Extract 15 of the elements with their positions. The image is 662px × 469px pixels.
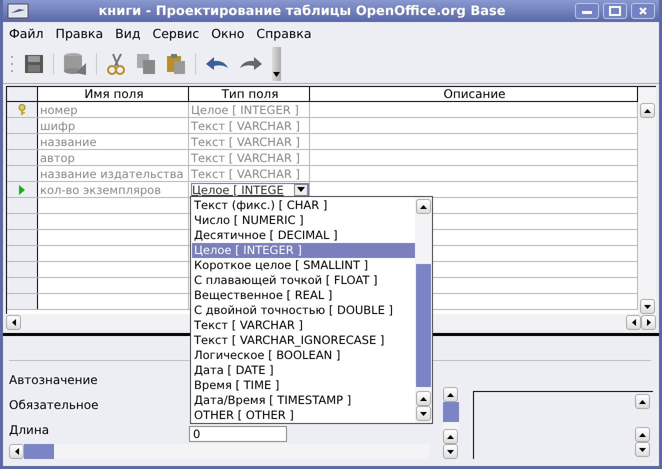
table-cell: шифр <box>40 118 76 132</box>
table-cell: автор <box>40 150 75 164</box>
property-label: Длина <box>9 422 50 436</box>
table-cell: название издательства <box>40 166 184 180</box>
table-cell: Целое [ INTEGER ] <box>191 102 299 116</box>
table-cell: Текст [ VARCHAR ] <box>191 166 300 180</box>
property-label: Автозначение <box>9 372 99 386</box>
table-cell: номер <box>40 102 78 116</box>
table-cell: Текст [ VARCHAR ] <box>191 150 300 164</box>
table-cell: название <box>40 134 97 148</box>
window-title: книги - Проектирование таблицы OpenOffice.org Base <box>97 4 507 18</box>
property-label: Обязательное <box>9 398 100 412</box>
table-cell: Текст [ VARCHAR ] <box>191 134 300 148</box>
table-cell: Текст [ VARCHAR ] <box>191 118 300 132</box>
table-cell: кол-во экземпляров <box>40 182 161 196</box>
